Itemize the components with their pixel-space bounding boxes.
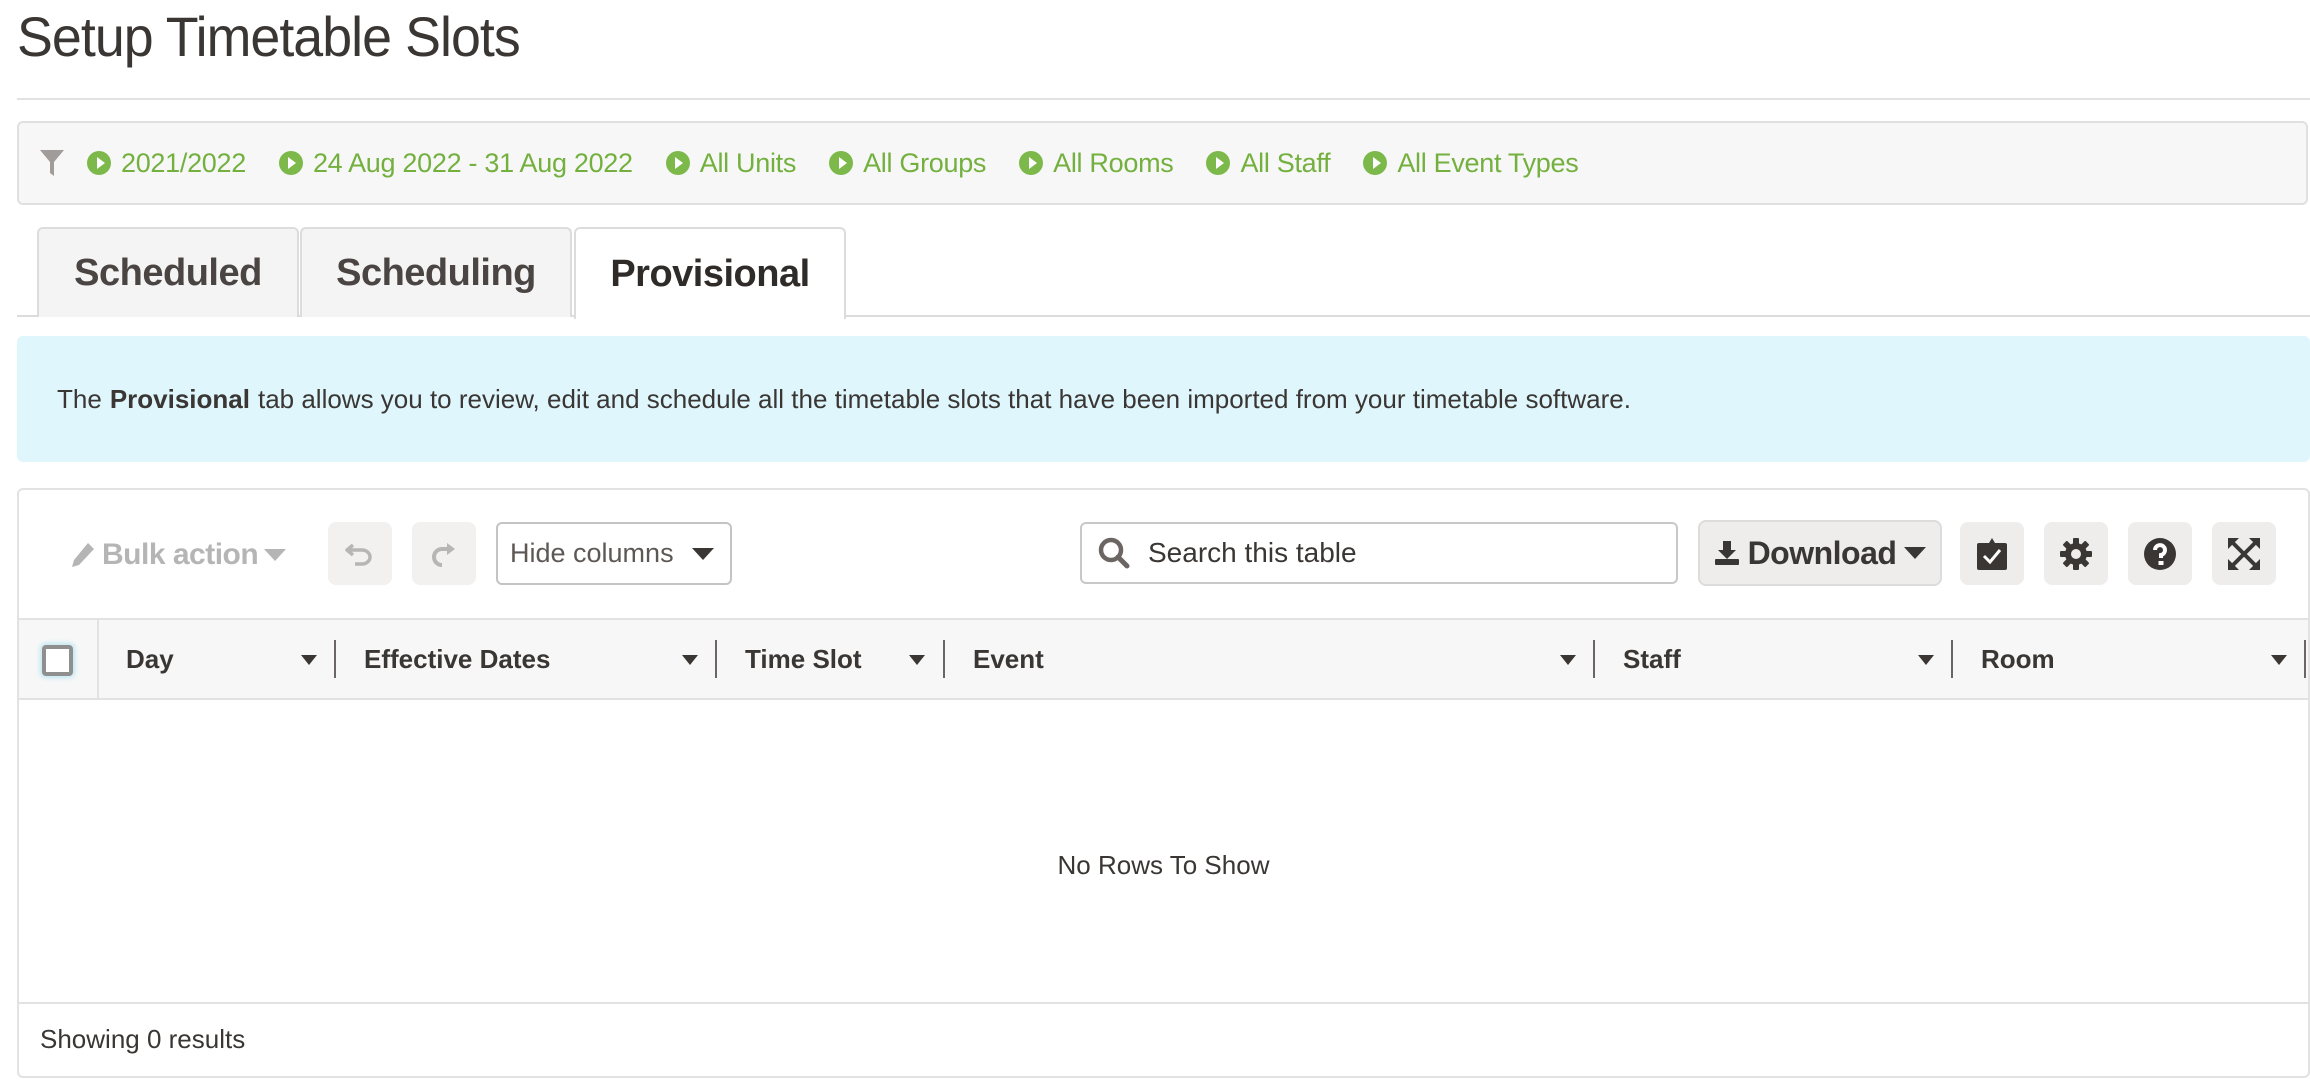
task-check-icon <box>1976 537 2008 571</box>
pencil-icon <box>70 541 96 569</box>
column-header-event[interactable]: Event <box>945 620 1594 698</box>
filter-chip-label: All Rooms <box>1053 147 1174 178</box>
play-circle-icon <box>829 151 854 175</box>
filter-chip-event-types[interactable]: All Event Types <box>1363 147 1579 179</box>
filter-bar: 2021/2022 24 Aug 2022 - 31 Aug 2022 All … <box>17 121 2308 205</box>
tab-provisional[interactable]: Provisional <box>574 227 846 319</box>
page-title: Setup Timetable Slots <box>17 5 521 68</box>
column-menu-icon[interactable] <box>682 655 698 665</box>
column-header-effective-dates[interactable]: Effective Dates <box>336 620 716 698</box>
column-header-day[interactable]: Day <box>98 620 335 698</box>
play-circle-icon <box>665 151 690 175</box>
chevron-down-icon <box>264 549 287 561</box>
hide-columns-dropdown[interactable]: Hide columns <box>496 522 732 585</box>
info-text-prefix: The <box>57 383 102 414</box>
play-circle-icon <box>1019 151 1044 175</box>
select-all-checkbox[interactable] <box>42 645 73 676</box>
filter-chip-academic-year[interactable]: 2021/2022 <box>87 148 246 179</box>
tab-scheduling[interactable]: Scheduling <box>300 227 572 317</box>
column-header-label: Effective Dates <box>364 643 551 674</box>
filter-chip-date-range[interactable]: 24 Aug 2022 - 31 Aug 2022 <box>278 147 633 179</box>
footer-divider <box>19 1002 2308 1004</box>
info-text-suffix: tab allows you to review, edit and sched… <box>257 383 1631 414</box>
redo-icon <box>429 539 459 569</box>
filter-chip-label: All Groups <box>863 147 987 178</box>
filter-chip-groups[interactable]: All Groups <box>829 148 986 179</box>
column-menu-icon[interactable] <box>301 655 317 665</box>
undo-button[interactable] <box>328 522 392 585</box>
results-count: Showing 0 results <box>40 1024 246 1054</box>
play-circle-icon <box>1206 151 1231 175</box>
bulk-action-label: Bulk action <box>102 538 259 571</box>
chevron-down-icon <box>1904 547 1927 559</box>
download-label: Download <box>1747 534 1897 571</box>
chevron-down-icon <box>692 548 714 560</box>
filter-chip-label: All Units <box>699 147 797 178</box>
help-button[interactable] <box>2128 522 2192 585</box>
fullscreen-button[interactable] <box>2212 522 2276 585</box>
filter-chip-staff[interactable]: All Staff <box>1206 147 1331 179</box>
tab-bar: Scheduled Scheduling Provisional <box>17 227 2310 319</box>
title-divider <box>17 98 2310 100</box>
tab-scheduled[interactable]: Scheduled <box>37 227 299 317</box>
download-button[interactable]: Download <box>1698 520 1942 586</box>
column-header-label: Time Slot <box>745 643 862 674</box>
column-header-label: Day <box>126 643 174 674</box>
column-header-label: Staff <box>1623 643 1681 674</box>
play-circle-icon <box>278 151 303 175</box>
task-check-button[interactable] <box>1960 522 2024 585</box>
column-menu-icon[interactable] <box>1918 655 1934 665</box>
filter-icon[interactable] <box>39 149 65 177</box>
column-header-time-slot[interactable]: Time Slot <box>717 620 943 698</box>
bulk-action-button[interactable]: Bulk action <box>70 530 287 580</box>
filter-chip-label: All Staff <box>1240 147 1331 178</box>
column-resize-handle[interactable] <box>2304 640 2306 678</box>
redo-button[interactable] <box>412 522 476 585</box>
help-icon <box>2143 537 2177 571</box>
hide-columns-label: Hide columns <box>510 538 674 568</box>
filter-chip-label: All Event Types <box>1397 147 1579 178</box>
column-header-label: Room <box>1981 643 2055 674</box>
search-input[interactable] <box>1146 536 1646 570</box>
column-header-staff[interactable]: Staff <box>1595 620 1952 698</box>
play-circle-icon <box>1363 151 1388 175</box>
search-field[interactable] <box>1080 522 1678 584</box>
filter-chip-label: 2021/2022 <box>121 147 246 178</box>
empty-table-message: No Rows To Show <box>1057 850 1270 880</box>
undo-icon <box>345 539 375 569</box>
search-icon <box>1096 535 1132 571</box>
table-header: Day Effective Dates Time Slot Event Staf… <box>19 618 2308 700</box>
filter-chip-rooms[interactable]: All Rooms <box>1019 147 1174 179</box>
filter-chip-label: 24 Aug 2022 - 31 Aug 2022 <box>312 147 633 178</box>
settings-button[interactable] <box>2044 522 2108 585</box>
fullscreen-icon <box>2227 537 2261 571</box>
column-menu-icon[interactable] <box>909 655 925 665</box>
filter-chip-units[interactable]: All Units <box>665 147 797 179</box>
column-header-room[interactable]: Room <box>1953 620 2305 698</box>
column-header-label: Event <box>973 643 1044 674</box>
info-alert: The Provisional tab allows you to review… <box>17 336 2310 462</box>
download-icon <box>1714 540 1740 566</box>
info-text-bold: Provisional <box>109 383 250 414</box>
column-menu-icon[interactable] <box>1560 655 1576 665</box>
play-circle-icon <box>87 151 111 175</box>
gear-icon <box>2059 537 2093 571</box>
column-menu-icon[interactable] <box>2271 655 2287 665</box>
